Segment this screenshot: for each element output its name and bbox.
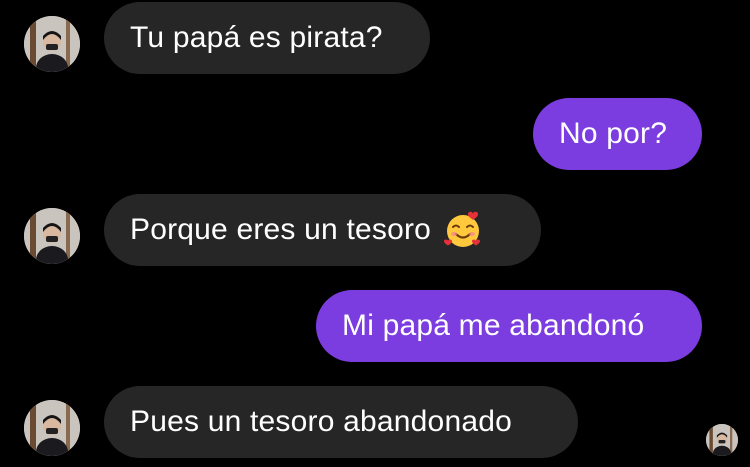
contact-avatar-icon[interactable] [24,400,80,456]
message-text: No por? [559,117,668,150]
contact-avatar-icon[interactable] [24,208,80,264]
message-text: Pues un tesoro abandonado [130,405,512,438]
contact-avatar-icon[interactable] [24,16,80,72]
message-text: Mi papá me abandonó [342,309,645,342]
message-row: Porque eres un tesoro [0,194,750,266]
smiling-face-with-hearts-icon [443,210,483,250]
message-bubble-incoming[interactable]: Tu papá es pirata? [104,2,430,74]
chat-thread: Tu papá es pirata? No por? Porque eres u… [0,0,750,467]
message-bubble-outgoing[interactable]: No por? [533,98,702,170]
message-bubble-incoming[interactable]: Pues un tesoro abandonado [104,386,578,458]
message-bubble-incoming[interactable]: Porque eres un tesoro [104,194,541,266]
message-text: Porque eres un tesoro [130,213,432,246]
message-row: Tu papá es pirata? [0,2,750,74]
seen-avatar-icon [706,424,738,456]
message-row: Pues un tesoro abandonado [0,386,750,458]
message-row: Mi papá me abandonó [0,290,750,362]
message-row: No por? [0,98,750,170]
message-bubble-outgoing[interactable]: Mi papá me abandonó [316,290,702,362]
message-text: Tu papá es pirata? [130,21,383,54]
